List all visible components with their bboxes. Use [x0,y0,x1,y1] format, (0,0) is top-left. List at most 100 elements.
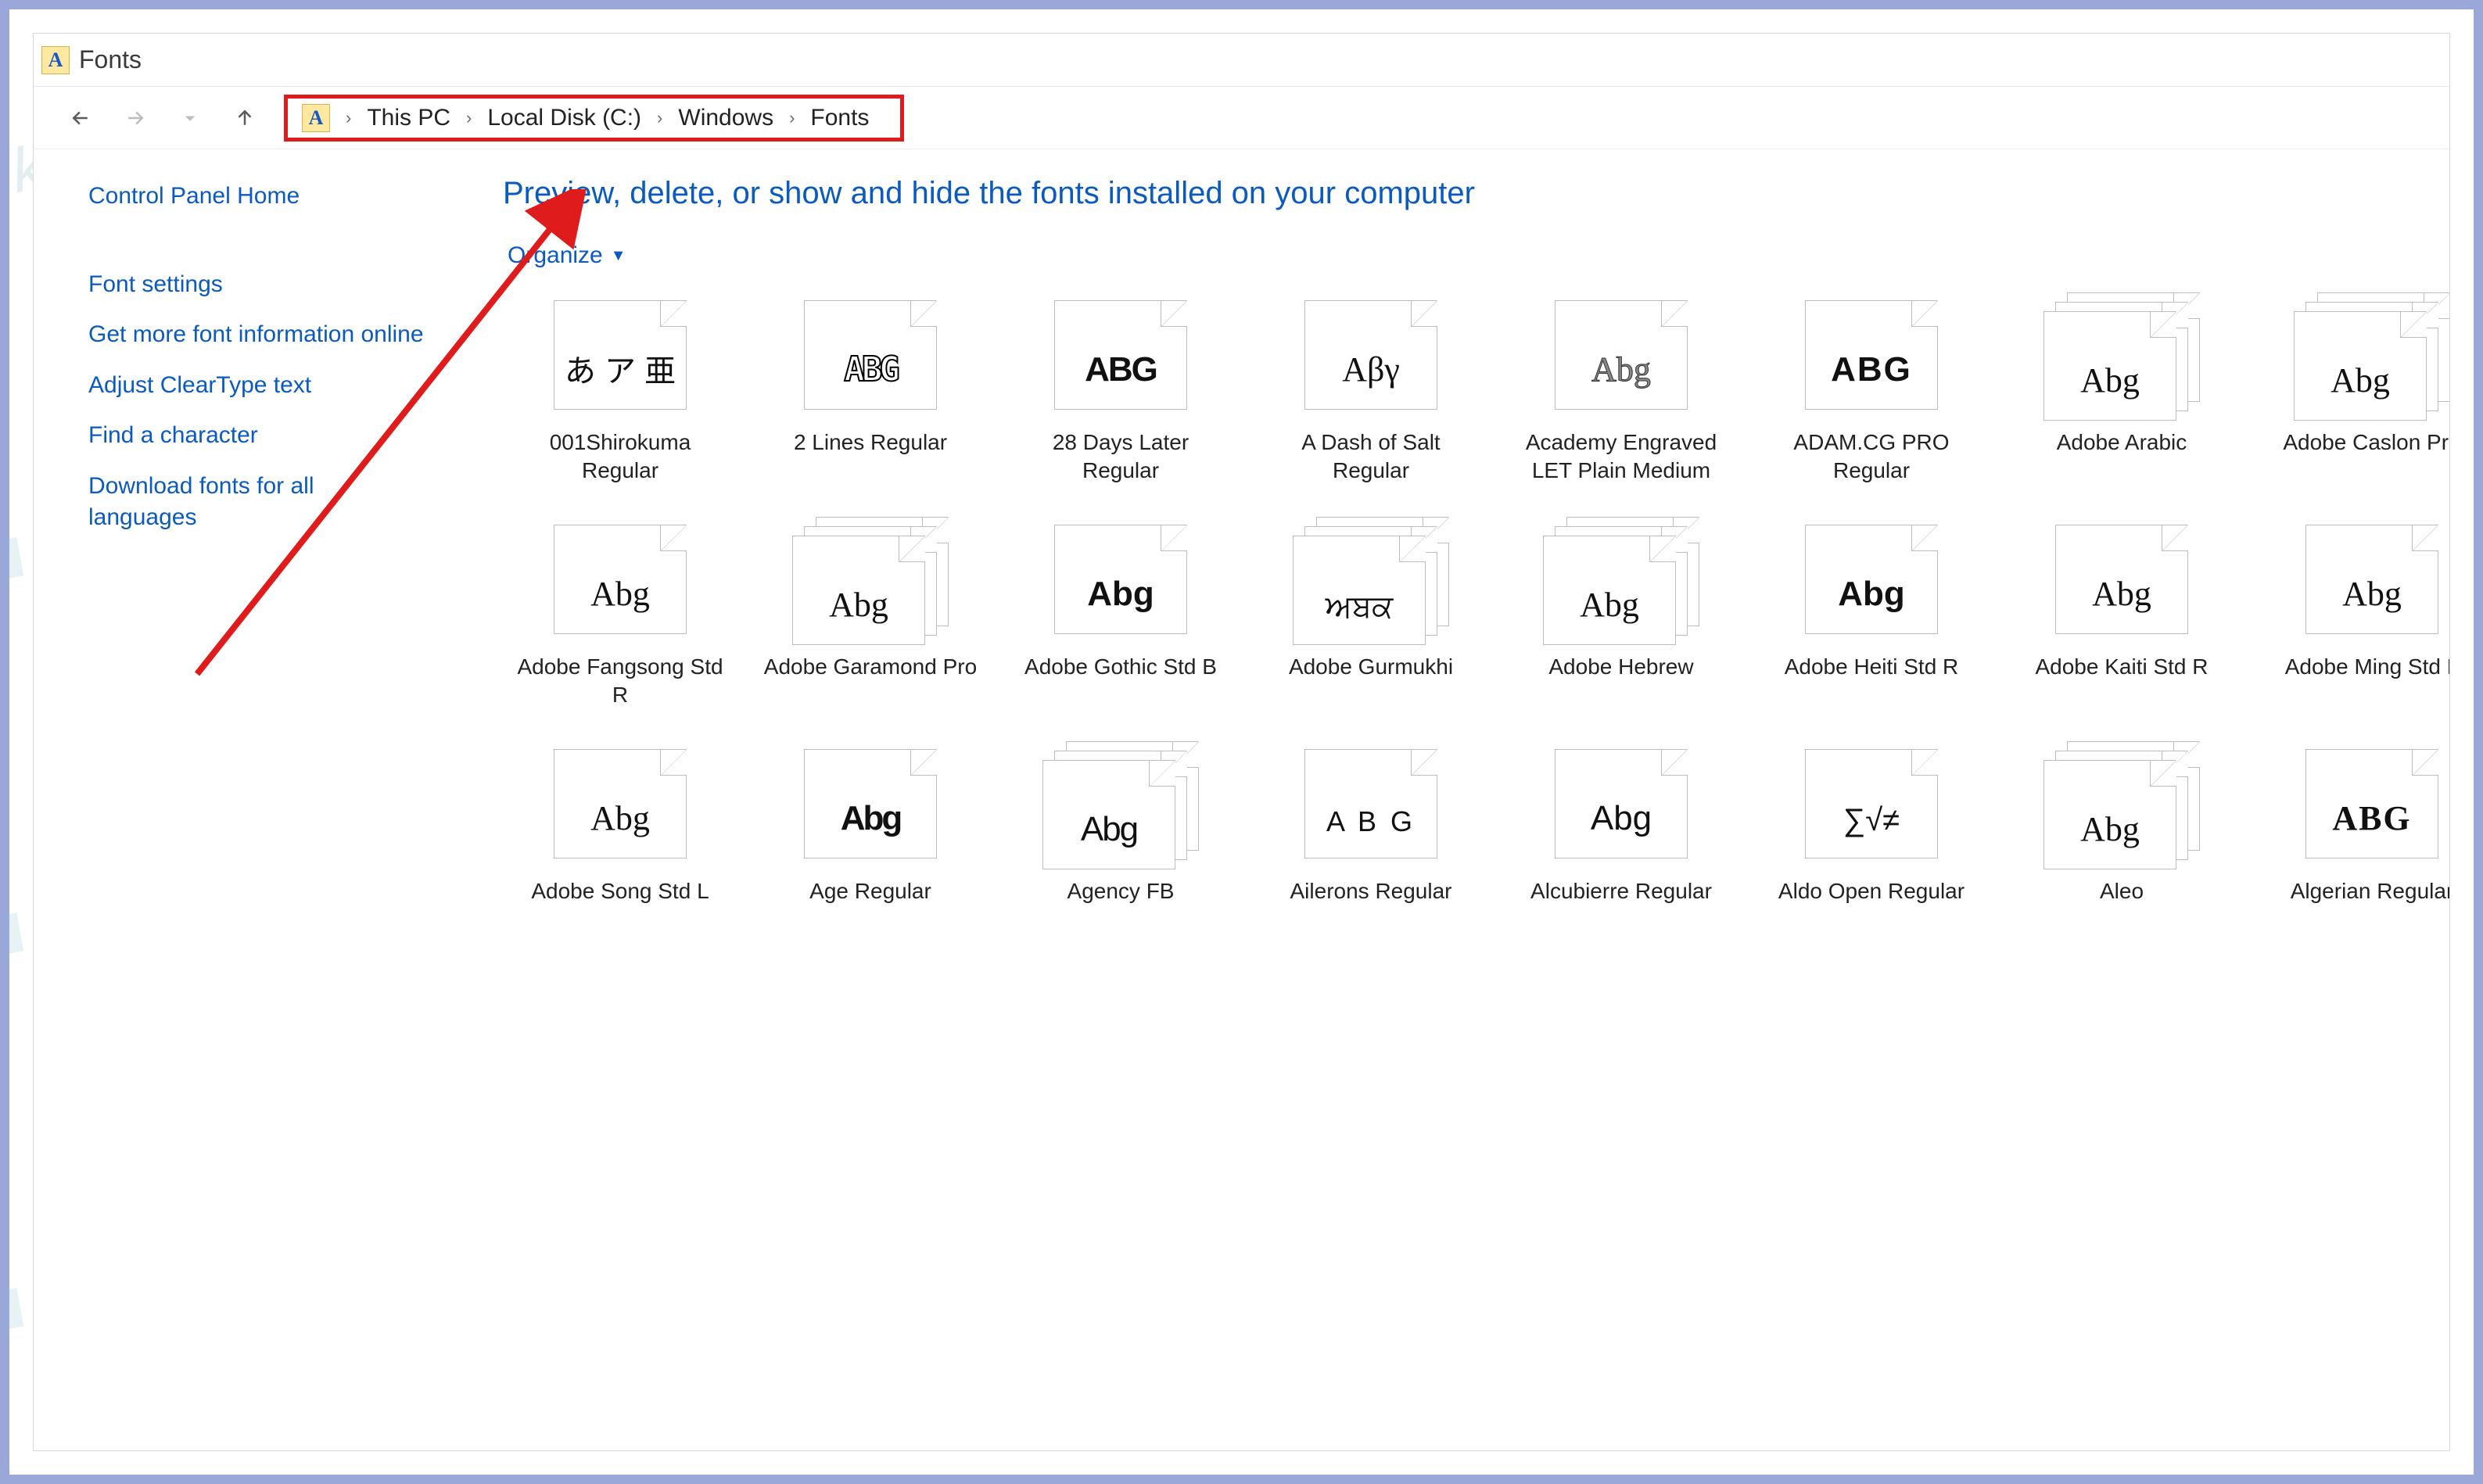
font-thumbnail: Abg [792,741,949,866]
font-thumbnail: A B G [1293,741,1449,866]
font-thumbnail: Abg [2043,517,2200,642]
font-item[interactable]: ABGAlgerian Regular [2255,741,2449,905]
font-item[interactable]: AbgAdobe Caslon Pro [2255,292,2449,486]
font-sample: ABG [1055,353,1186,387]
sidebar: Control Panel Home Font settings Get mor… [34,149,472,1450]
font-sample: Abg [554,801,686,836]
font-sample: Abg [1043,812,1175,847]
titlebar: A Fonts [34,34,2449,87]
font-item[interactable]: あ ア 亜 001Shirokuma Regular [503,292,737,486]
organize-label: Organize [508,242,603,269]
up-button[interactable] [229,102,260,134]
font-item[interactable]: ∑√≠ Aldo Open Regular [1754,741,1989,905]
font-thumbnail: Abg [1042,517,1199,642]
font-sample: ∑√≠ [1806,805,1937,836]
font-thumbnail: Αβγ [1293,292,1449,418]
font-label: Ailerons Regular [1290,877,1452,905]
font-label: Adobe Arabic [2057,428,2187,457]
sidebar-link-font-settings[interactable]: Font settings [88,269,425,301]
breadcrumb-item[interactable]: Local Disk (C:) [487,105,641,131]
sidebar-link-control-panel-home[interactable]: Control Panel Home [88,181,425,213]
font-sample: Abg [2044,812,2176,847]
font-thumbnail: Abg [1793,517,1950,642]
window-title: Fonts [79,45,142,74]
font-sample: Abg [1555,801,1687,836]
font-thumbnail: ABG [792,292,949,418]
font-sample: Abg [1055,577,1186,611]
folder-font-icon: A [41,46,70,74]
explorer-window: A Fonts A › This PC › Local Disk (C:) › … [33,33,2450,1451]
breadcrumb-item[interactable]: This PC [367,105,450,131]
font-sample: Abg [2044,364,2176,398]
font-item[interactable]: Αβγ A Dash of Salt Regular [1254,292,1488,486]
back-button[interactable] [65,102,96,134]
font-thumbnail: ABG [1042,292,1199,418]
font-label: 001Shirokuma Regular [511,428,730,486]
font-item[interactable]: ABG 2 Lines Regular [753,292,988,486]
font-item[interactable]: Abg Aleo [2004,741,2239,905]
font-label: 2 Lines Regular [794,428,947,457]
font-label: Adobe Caslon Pro [2283,428,2449,457]
forward-button[interactable] [120,102,151,134]
font-label: Adobe Garamond Pro [764,653,977,681]
font-thumbnail: ∑√≠ [1793,741,1950,866]
sidebar-link-more-font-info[interactable]: Get more font information online [88,319,425,351]
font-label: Aldo Open Regular [1778,877,1965,905]
recent-locations-button[interactable] [174,102,206,134]
font-sample: Abg [805,801,936,836]
font-label: Aleo [2100,877,2144,905]
font-item[interactable]: AbgAcademy Engraved LET Plain Medium [1504,292,1738,486]
font-item[interactable]: ABGADAM.CG PRO Regular [1754,292,1989,486]
font-thumbnail: Abg [2043,741,2200,866]
font-label: Age Regular [809,877,931,905]
font-item[interactable]: ਅਬਕAdobe Gurmukhi [1254,517,1488,710]
font-item[interactable]: Abg Adobe Ming Std L [2255,517,2449,710]
font-item[interactable]: Abg Adobe Song Std L [503,741,737,905]
font-item[interactable]: AbgAdobe Gothic Std B [1003,517,1238,710]
nav-row: A › This PC › Local Disk (C:) › Windows … [34,87,2449,149]
font-sample: Abg [1555,353,1687,387]
font-label: 28 Days Later Regular [1011,428,1230,486]
font-sample: Abg [554,577,686,611]
font-thumbnail: Abg [1543,741,1699,866]
page-title: Preview, delete, or show and hide the fo… [503,176,2426,211]
font-label: Adobe Song Std L [531,877,709,905]
font-thumbnail: Abg [1042,741,1199,866]
font-item[interactable]: Abg Adobe Arabic [2004,292,2239,486]
font-label: A Dash of Salt Regular [1261,428,1480,486]
font-sample: Abg [2056,577,2187,611]
font-label: Alcubierre Regular [1530,877,1712,905]
breadcrumb-root-icon: A [302,104,330,132]
font-thumbnail: Abg [2043,292,2200,418]
font-thumbnail: ABG [2294,741,2449,866]
address-bar[interactable]: A › This PC › Local Disk (C:) › Windows … [284,95,904,142]
font-item[interactable]: Abg Adobe Garamond Pro [753,517,988,710]
font-sample: ਅਬਕ [1294,591,1425,622]
font-item[interactable]: AbgAdobe Heiti Std R [1754,517,1989,710]
sidebar-link-download-fonts[interactable]: Download fonts for all languages [88,471,425,534]
font-item[interactable]: AbgAdobe Hebrew [1504,517,1738,710]
chevron-right-icon: › [346,108,351,128]
font-sample: Abg [793,588,924,622]
font-thumbnail: あ ア 亜 [542,292,698,418]
font-label: Adobe Ming Std L [2285,653,2449,681]
font-item[interactable]: Abg Alcubierre Regular [1504,741,1738,905]
font-sample: Αβγ [1305,353,1437,387]
organize-menu[interactable]: Organize ▼ [503,242,2426,269]
sidebar-link-find-character[interactable]: Find a character [88,420,425,452]
font-sample: ABG [2306,801,2438,836]
font-item[interactable]: Abg Age Regular [753,741,988,905]
sidebar-link-cleartype[interactable]: Adjust ClearType text [88,370,425,402]
font-thumbnail: Abg [1543,517,1699,642]
breadcrumb-item[interactable]: Windows [678,105,773,131]
font-thumbnail: ABG [1793,292,1950,418]
font-label: Adobe Kaiti Std R [2035,653,2208,681]
font-item[interactable]: A B G Ailerons Regular [1254,741,1488,905]
font-item[interactable]: AbgAdobe Fangsong Std R [503,517,737,710]
breadcrumb-item[interactable]: Fonts [810,105,869,131]
font-item[interactable]: Abg Adobe Kaiti Std R [2004,517,2239,710]
font-item[interactable]: AbgAgency FB [1003,741,1238,905]
font-thumbnail: Abg [2294,517,2449,642]
font-item[interactable]: ABG 28 Days Later Regular [1003,292,1238,486]
font-sample: ABG [1806,353,1937,387]
